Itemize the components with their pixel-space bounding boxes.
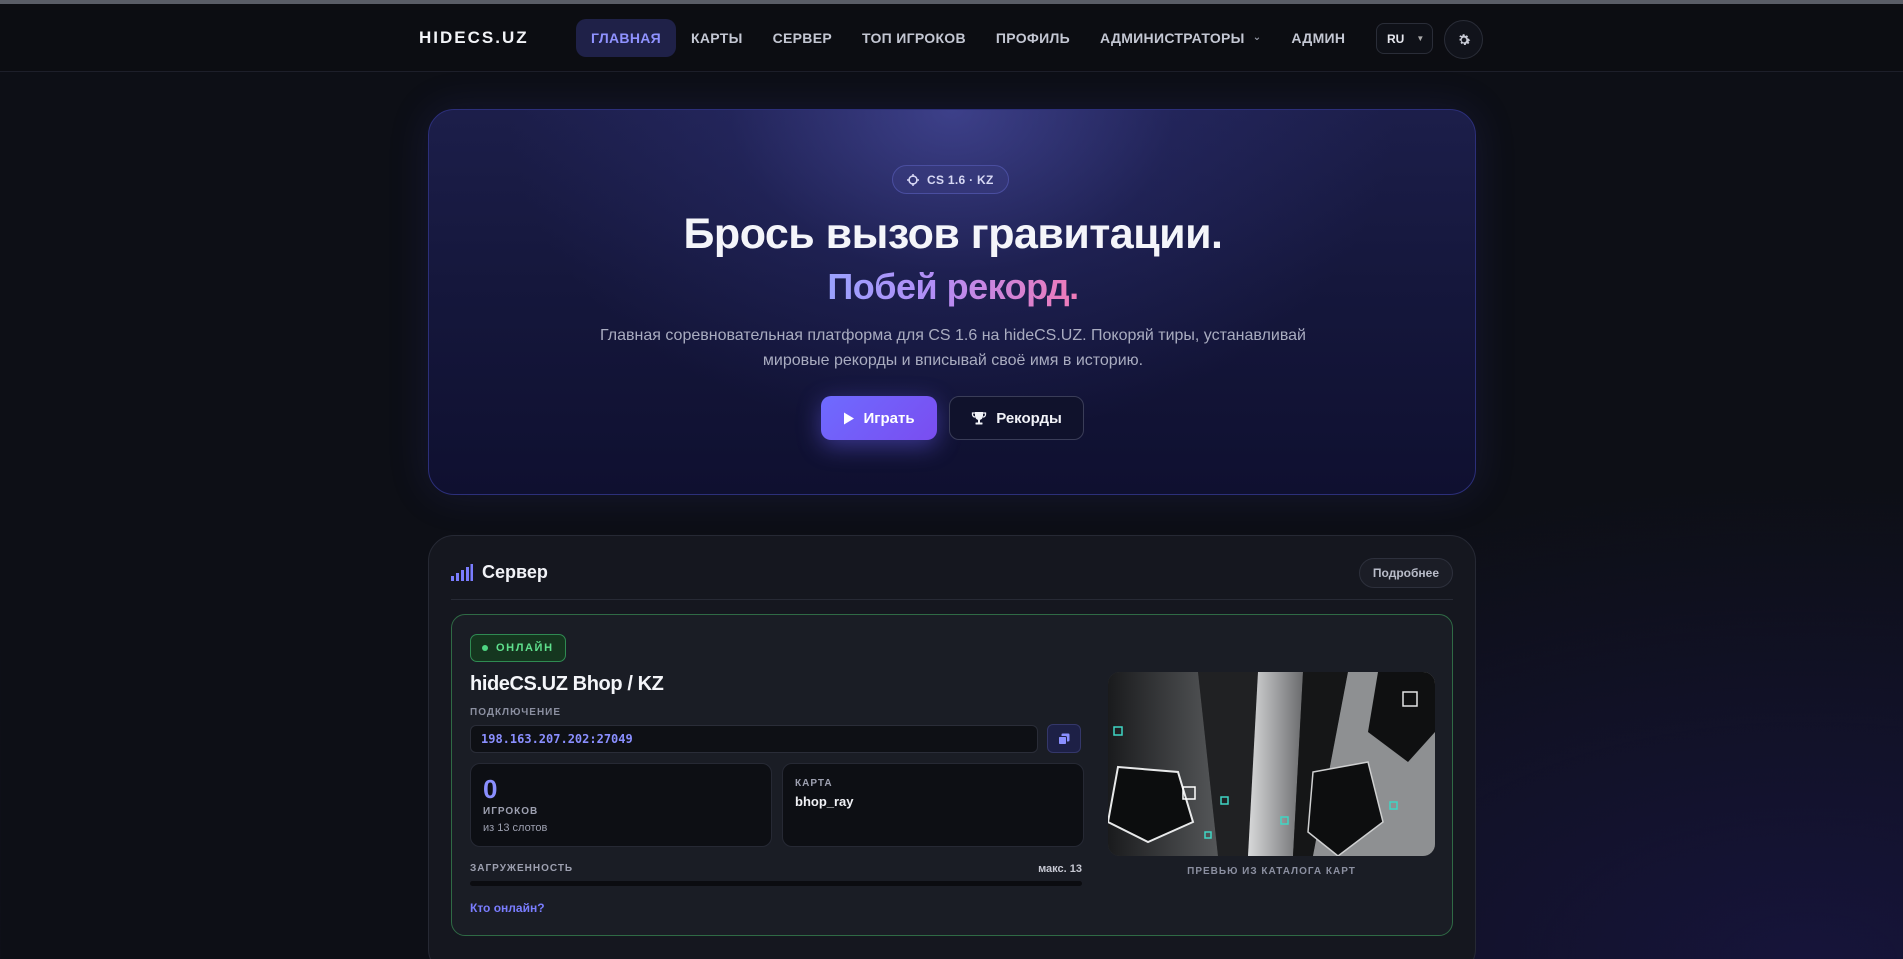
players-label: ИГРОКОВ [483, 806, 539, 817]
map-label: КАРТА [795, 778, 833, 789]
online-dot-icon [482, 645, 488, 651]
status-badge: ОНЛАЙН [470, 634, 566, 662]
who-online-link[interactable]: Кто онлайн? [470, 901, 545, 915]
top-navbar: HIDECS.UZ ГЛАВНАЯ КАРТЫ СЕРВЕР ТОП ИГРОК… [0, 4, 1903, 72]
nav-item-server[interactable]: СЕРВЕР [758, 19, 847, 57]
settings-button[interactable] [1444, 20, 1483, 59]
hero-title: Брось вызов гравитации. [683, 210, 1223, 258]
server-card: ОНЛАЙН hideCS.UZ Bhop / KZ ПОДКЛЮЧЕНИЕ 1… [451, 614, 1453, 936]
server-section: Сервер Подробнее ОНЛАЙН hideCS.UZ Bhop /… [428, 535, 1476, 959]
map-stat: КАРТА bhop_ray [782, 763, 1084, 847]
site-logo[interactable]: HIDECS.UZ [419, 28, 529, 48]
play-label: Играть [863, 409, 915, 427]
play-button[interactable]: Играть [821, 396, 937, 440]
section-title: Сервер [482, 562, 548, 582]
nav-item-admin[interactable]: АДМИН [1276, 19, 1360, 57]
connect-label: ПОДКЛЮЧЕНИЕ [470, 707, 562, 718]
game-mode-badge: CS 1.6 · KZ [892, 165, 1009, 194]
nav-item-label: АДМИНИСТРАТОРЫ [1100, 30, 1245, 46]
server-name: hideCS.UZ Bhop / KZ [470, 673, 664, 695]
main-menu: ГЛАВНАЯ КАРТЫ СЕРВЕР ТОП ИГРОКОВ ПРОФИЛЬ… [576, 19, 1360, 57]
crosshair-icon [907, 173, 919, 186]
nav-item-home[interactable]: ГЛАВНАЯ [576, 19, 677, 57]
trophy-icon [972, 411, 987, 424]
nav-item-label: АДМИН [1291, 30, 1346, 46]
more-button[interactable]: Подробнее [1358, 558, 1453, 588]
map-preview-illustration [1108, 672, 1435, 856]
caret-down-icon: ▼ [1416, 34, 1425, 43]
badge-label: CS 1.6 · KZ [927, 172, 994, 187]
nav-item-profile[interactable]: ПРОФИЛЬ [981, 19, 1085, 57]
play-icon [844, 412, 855, 424]
hero-subtitle: Побей рекорд. [429, 266, 1475, 308]
load-progress-bar [470, 881, 1082, 886]
nav-item-maps[interactable]: КАРТЫ [676, 19, 758, 57]
signal-bars-icon [451, 564, 473, 581]
nav-item-label: ТОП ИГРОКОВ [861, 30, 966, 46]
nav-item-label: КАРТЫ [691, 30, 743, 46]
players-count: 0 [483, 774, 498, 804]
hero-banner: CS 1.6 · KZ Брось вызов гравитации. Побе… [428, 109, 1476, 495]
chevron-down-icon: ⌄ [1252, 32, 1262, 43]
records-button[interactable]: Рекорды [949, 396, 1084, 440]
players-stat: 0 ИГРОКОВ из 13 слотов [470, 763, 772, 847]
load-label: ЗАГРУЖЕННОСТЬ [470, 863, 574, 874]
load-max: макс. 13 [1038, 863, 1082, 875]
players-slots: из 13 слотов [483, 822, 548, 834]
status-label: ОНЛАЙН [496, 642, 554, 654]
preview-caption: ПРЕВЬЮ ИЗ КАТАЛОГА КАРТ [1187, 866, 1356, 877]
divider [451, 599, 1453, 600]
language-value: RU [1387, 31, 1405, 46]
hero-description: Главная соревновательная платформа для C… [600, 327, 1306, 369]
server-address-field[interactable]: 198.163.207.202:27049 [470, 725, 1038, 753]
nav-item-administrators[interactable]: АДМИНИСТРАТОРЫ ⌄ [1085, 19, 1276, 57]
language-select[interactable]: RU ▼ [1376, 23, 1433, 54]
map-value: bhop_ray [795, 794, 854, 809]
nav-item-label: СЕРВЕР [772, 30, 832, 46]
nav-item-label: ПРОФИЛЬ [995, 30, 1071, 46]
gear-icon [1458, 33, 1470, 45]
records-label: Рекорды [996, 409, 1062, 427]
copy-address-button[interactable] [1047, 724, 1081, 753]
nav-item-label: ГЛАВНАЯ [591, 30, 662, 46]
hero-subtitle-text: Побей рекорд. [827, 266, 1079, 307]
map-preview-image [1108, 672, 1435, 856]
copy-icon [1058, 733, 1070, 745]
nav-item-top-players[interactable]: ТОП ИГРОКОВ [847, 19, 981, 57]
